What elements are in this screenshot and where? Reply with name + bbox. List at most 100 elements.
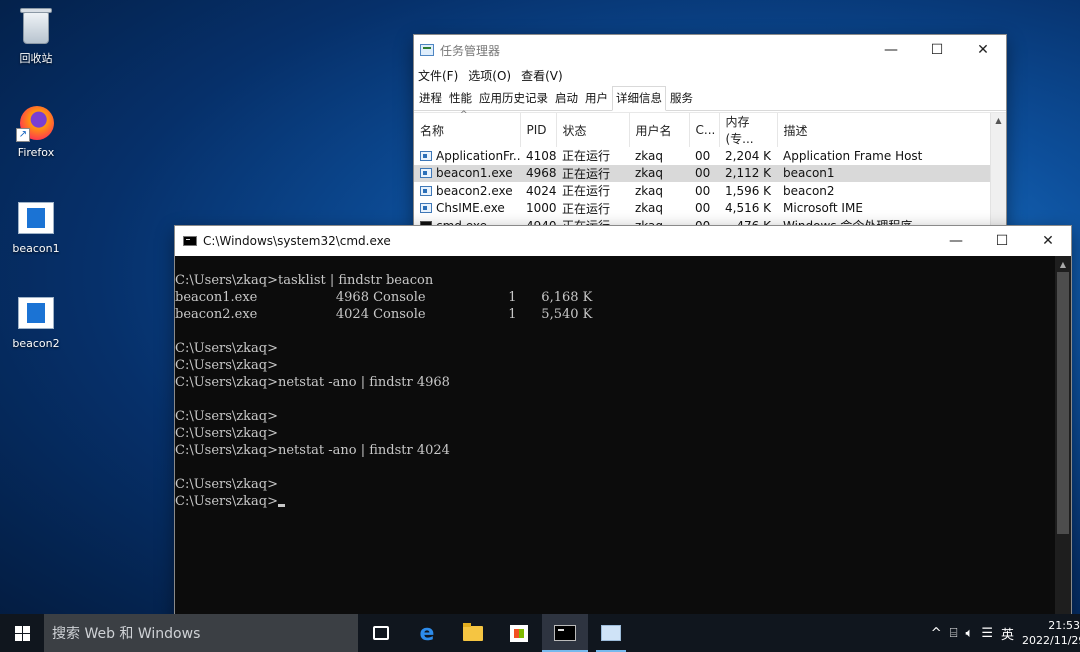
console-line: C:\Users\zkaq> bbox=[175, 426, 278, 441]
minimize-button[interactable]: — bbox=[868, 35, 914, 65]
memory-cell: 2,204 K bbox=[725, 148, 772, 163]
menu-file[interactable]: 文件(F) bbox=[418, 67, 458, 84]
maximize-button[interactable]: ☐ bbox=[979, 226, 1025, 256]
console-line: C:\Users\zkaq> bbox=[175, 493, 1055, 510]
menu-options[interactable]: 选项(O) bbox=[468, 67, 511, 84]
table-row[interactable]: ChsIME.exe 1000 正在运行 zkaq 00 4,516 K Mic… bbox=[414, 200, 990, 218]
desktop-icon-label: beacon1 bbox=[12, 242, 60, 255]
status-cell: 正在运行 bbox=[556, 164, 629, 182]
table-row[interactable]: beacon2.exe 4024 正在运行 zkaq 00 1,596 K be… bbox=[414, 182, 990, 200]
edge-icon: e bbox=[419, 620, 435, 646]
column-header-memory[interactable]: 内存(专... bbox=[719, 113, 778, 147]
cpu-cell: 00 bbox=[695, 201, 711, 216]
tab-startup[interactable]: 启动 bbox=[552, 87, 581, 110]
minimize-button[interactable]: — bbox=[933, 226, 979, 256]
column-header-user[interactable]: 用户名 bbox=[629, 113, 690, 147]
column-header-description[interactable]: 描述 bbox=[777, 113, 991, 147]
console-line: C:\Users\zkaq>tasklist | findstr beacon bbox=[175, 273, 434, 288]
tab-services[interactable]: 服务 bbox=[667, 87, 696, 110]
application-icon bbox=[420, 168, 432, 179]
clock-time: 21:53 bbox=[1048, 619, 1080, 632]
description-cell: Application Frame Host bbox=[783, 148, 923, 163]
scroll-up-icon[interactable]: ▲ bbox=[991, 113, 1006, 125]
console-output[interactable]: C:\Users\zkaq>tasklist | findstr beacon b… bbox=[175, 272, 1055, 626]
tab-users[interactable]: 用户 bbox=[582, 87, 611, 110]
process-name-cell: ApplicationFr... bbox=[414, 147, 520, 165]
application-icon bbox=[420, 203, 432, 214]
app-frame-icon bbox=[420, 150, 432, 161]
task-manager-icon bbox=[420, 44, 434, 56]
taskbar-task-manager[interactable] bbox=[588, 614, 634, 652]
windows-logo-icon bbox=[14, 625, 30, 641]
description-cell: beacon1 bbox=[777, 164, 990, 182]
close-button[interactable]: ✕ bbox=[1025, 226, 1071, 256]
text-cursor bbox=[277, 504, 285, 507]
scroll-up-icon[interactable]: ▲ bbox=[1055, 256, 1071, 269]
vertical-scrollbar[interactable]: ▲ bbox=[1055, 256, 1071, 626]
tab-strip: 进程 性能 应用历史记录 启动 用户 详细信息 服务 bbox=[414, 85, 1006, 111]
desktop-icon-firefox[interactable]: ↗ Firefox bbox=[0, 102, 72, 159]
task-view-button[interactable] bbox=[358, 614, 404, 652]
desktop-icon-recycle-bin[interactable]: 回收站 bbox=[0, 6, 72, 66]
description-cell: Microsoft IME bbox=[783, 201, 863, 216]
taskbar-cmd[interactable] bbox=[542, 614, 588, 652]
task-manager-icon bbox=[601, 625, 621, 641]
clock[interactable]: 21:53 2022/11/29 bbox=[1022, 618, 1080, 648]
table-row[interactable]: ApplicationFr... 4108 正在运行 zkaq 00 2,204… bbox=[414, 147, 990, 165]
memory-cell: 1,596 K bbox=[725, 183, 772, 198]
taskbar-file-explorer[interactable] bbox=[450, 614, 496, 652]
tab-processes[interactable]: 进程 bbox=[416, 87, 445, 110]
volume-icon[interactable]: 🔈︎ bbox=[966, 626, 974, 641]
cmd-icon bbox=[554, 625, 576, 641]
column-header-name[interactable]: 名称 ^ bbox=[414, 110, 521, 147]
pid-cell: 4024 bbox=[526, 183, 556, 198]
column-header-status[interactable]: 状态 bbox=[556, 113, 630, 147]
table-header: 名称 ^ PID 状态 用户名 C... 内存(专... 描述 bbox=[414, 110, 991, 147]
title-bar[interactable]: 任务管理器 — ☐ ✕ bbox=[414, 35, 1006, 65]
taskbar-edge[interactable]: e bbox=[404, 614, 450, 652]
firefox-icon: ↗ bbox=[16, 102, 56, 142]
start-button[interactable] bbox=[0, 614, 44, 652]
console-line: C:\Users\zkaq>netstat -ano | findstr 402… bbox=[175, 443, 450, 458]
process-name-cell: beacon2.exe bbox=[414, 182, 520, 200]
desktop-icon-label: Firefox bbox=[17, 146, 55, 159]
user-cell: zkaq bbox=[635, 148, 664, 163]
close-button[interactable]: ✕ bbox=[960, 35, 1006, 65]
menu-view[interactable]: 查看(V) bbox=[521, 67, 563, 84]
show-hidden-icons-chevron-icon[interactable]: ^ bbox=[931, 626, 942, 641]
user-cell: zkaq bbox=[635, 201, 664, 216]
vertical-scrollbar[interactable]: ▲ bbox=[990, 113, 1006, 230]
ime-indicator[interactable]: 英 bbox=[1001, 624, 1014, 643]
console-line: C:\Users\zkaq> bbox=[175, 358, 278, 373]
taskbar-store[interactable] bbox=[496, 614, 542, 652]
notification-icon[interactable]: ☰ bbox=[981, 626, 993, 641]
search-box[interactable]: 搜索 Web 和 Windows bbox=[44, 614, 358, 652]
table-row[interactable]: beacon1.exe 4968 正在运行 zkaq 00 2,112 K be… bbox=[414, 164, 990, 182]
task-view-icon bbox=[373, 626, 389, 640]
desktop-icon-beacon2[interactable]: beacon2 bbox=[0, 293, 72, 350]
file-icon bbox=[16, 198, 56, 238]
pid-cell: 4968 bbox=[520, 164, 556, 182]
console-line: C:\Users\zkaq> bbox=[175, 341, 278, 356]
column-header-cpu[interactable]: C... bbox=[689, 113, 720, 147]
cpu-cell: 00 bbox=[695, 183, 711, 198]
process-table: 名称 ^ PID 状态 用户名 C... 内存(专... 描述 Applicati… bbox=[414, 110, 991, 235]
network-icon[interactable]: ⌸ bbox=[950, 626, 958, 641]
desktop-icon-beacon1[interactable]: beacon1 bbox=[0, 198, 72, 255]
tab-details[interactable]: 详细信息 bbox=[612, 86, 666, 111]
tab-app-history[interactable]: 应用历史记录 bbox=[476, 87, 551, 110]
cmd-window: C:\Windows\system32\cmd.exe — ☐ ✕ C:\Use… bbox=[175, 226, 1071, 626]
user-cell: zkaq bbox=[635, 183, 664, 198]
status-cell: 正在运行 bbox=[562, 184, 611, 199]
process-name-cell: beacon1.exe bbox=[414, 164, 520, 182]
maximize-button[interactable]: ☐ bbox=[914, 35, 960, 65]
tab-performance[interactable]: 性能 bbox=[446, 87, 475, 110]
column-header-pid[interactable]: PID bbox=[520, 113, 557, 147]
recycle-bin-icon bbox=[16, 6, 56, 46]
scrollbar-thumb[interactable] bbox=[1057, 272, 1069, 534]
task-manager-window: 任务管理器 — ☐ ✕ 文件(F) 选项(O) 查看(V) 进程 性能 应用历史… bbox=[414, 35, 1006, 233]
store-icon bbox=[510, 624, 528, 642]
title-bar[interactable]: C:\Windows\system32\cmd.exe — ☐ ✕ bbox=[175, 226, 1071, 256]
